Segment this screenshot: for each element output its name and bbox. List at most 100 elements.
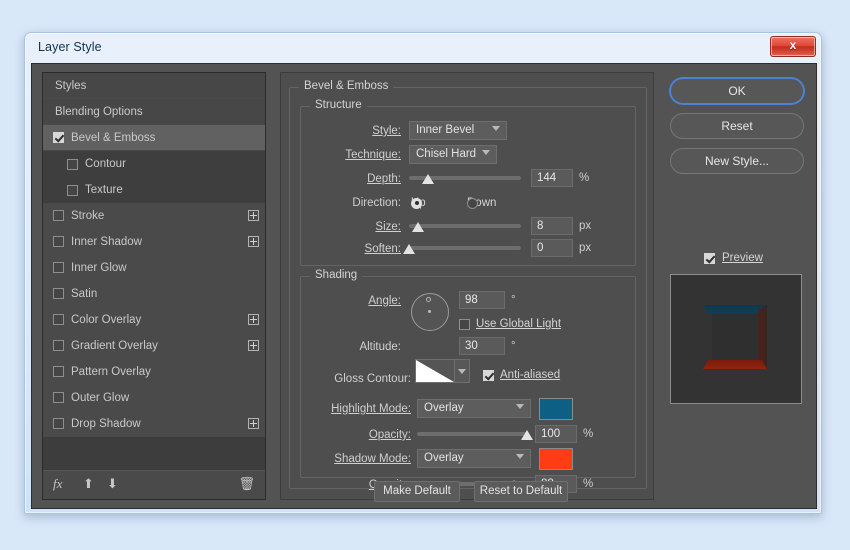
new-style-button[interactable]: New Style... (670, 148, 804, 174)
window-titlebar[interactable]: Layer Style x (25, 33, 821, 63)
reset-button[interactable]: Reset (670, 113, 804, 139)
style-item-checkbox[interactable] (53, 132, 64, 143)
style-item-label: Satin (71, 287, 98, 300)
style-item-checkbox[interactable] (67, 158, 78, 170)
direction-up-radio[interactable] (411, 197, 422, 209)
style-list-item-satin[interactable]: Satin (43, 281, 265, 307)
add-effect-plus-icon[interactable] (248, 418, 259, 429)
style-item-label: Gradient Overlay (71, 339, 158, 352)
depth-slider-thumb[interactable] (422, 174, 435, 184)
style-item-label: Outer Glow (71, 391, 130, 404)
close-icon: x (789, 38, 797, 52)
style-list-item-color-overlay[interactable]: Color Overlay (43, 307, 265, 333)
use-global-light-row[interactable]: Use Global Light (459, 318, 561, 330)
style-list-item-outer-glow[interactable]: Outer Glow (43, 385, 265, 411)
angle-dial-marker-icon (426, 297, 431, 302)
depth-input[interactable]: 144 (531, 169, 573, 187)
soften-slider-thumb[interactable] (403, 244, 415, 254)
arrow-up-icon[interactable]: ⬆ (83, 476, 94, 492)
use-global-light-checkbox[interactable] (459, 318, 470, 330)
style-item-checkbox[interactable] (53, 366, 64, 377)
highlight-mode-select[interactable]: Overlay (417, 399, 531, 418)
highlight-mode-label: Highlight Mode: (331, 403, 411, 415)
styles-list: Styles Blending Options Bevel & Emboss Cont… (43, 73, 265, 437)
highlight-opacity-input[interactable]: 100 (535, 425, 577, 443)
style-list-item-contour[interactable]: Contour (43, 151, 265, 177)
style-item-label: Pattern Overlay (71, 365, 151, 378)
size-unit: px (579, 220, 592, 232)
angle-dial[interactable] (411, 293, 449, 331)
anti-aliased-row[interactable]: Anti-aliased (483, 369, 560, 381)
styles-footer-toolbar: fx ⬆ ⬇ 🗑 (43, 470, 265, 499)
angle-input[interactable]: 98 (459, 291, 505, 309)
preview-right-edge (758, 305, 767, 369)
style-list-item-gradient-overlay[interactable]: Gradient Overlay (43, 333, 265, 359)
window-title: Layer Style (38, 40, 102, 54)
direction-up-radio-row[interactable]: Up (411, 197, 426, 209)
gloss-contour-dropdown[interactable] (455, 359, 470, 383)
style-list-item-texture[interactable]: Texture (43, 177, 265, 203)
ok-button[interactable]: OK (670, 78, 804, 104)
close-button[interactable]: x (770, 36, 816, 57)
style-list-item-drop-shadow[interactable]: Drop Shadow (43, 411, 265, 437)
size-input[interactable]: 8 (531, 217, 573, 235)
gloss-contour-label: Gloss Contour: (334, 373, 411, 385)
add-effect-plus-icon[interactable] (248, 314, 259, 325)
direction-down-radio-row[interactable]: Down (467, 197, 496, 209)
depth-unit: % (579, 172, 590, 184)
preview-checkbox-row[interactable]: Preview (704, 252, 763, 264)
arrow-down-icon[interactable]: ⬇ (107, 476, 118, 492)
highlight-color-swatch[interactable] (539, 398, 573, 420)
style-list-item-stroke[interactable]: Stroke (43, 203, 265, 229)
style-item-checkbox[interactable] (53, 392, 64, 403)
gloss-contour-preview[interactable] (415, 359, 455, 383)
highlight-opacity-slider-thumb[interactable] (521, 430, 533, 440)
add-effect-plus-icon[interactable] (248, 210, 259, 221)
style-item-label: Styles (55, 79, 87, 92)
style-item-checkbox[interactable] (53, 314, 64, 325)
make-default-button[interactable]: Make Default (374, 481, 460, 502)
preview-inner-fill (712, 314, 758, 360)
style-item-label: Texture (85, 184, 123, 196)
style-list-item-bevel-emboss[interactable]: Bevel & Emboss (43, 125, 265, 151)
shading-legend: Shading (310, 269, 363, 281)
fx-icon[interactable]: fx (53, 476, 62, 492)
shadow-color-swatch[interactable] (539, 448, 573, 470)
highlight-opacity-label: Opacity: (368, 429, 411, 441)
size-slider[interactable] (409, 222, 521, 232)
style-select[interactable]: Inner Bevel (409, 121, 507, 140)
add-effect-plus-icon[interactable] (248, 340, 259, 351)
soften-slider[interactable] (403, 244, 521, 254)
altitude-input[interactable]: 30 (459, 337, 505, 355)
preview-label: Preview (722, 252, 763, 264)
chevron-down-icon (492, 126, 500, 131)
bevel-emboss-group: Bevel & Emboss Structure Style: Inner Be… (289, 80, 647, 502)
style-list-item-inner-glow[interactable]: Inner Glow (43, 255, 265, 281)
highlight-opacity-unit: % (583, 428, 594, 440)
style-item-checkbox[interactable] (53, 210, 64, 221)
style-item-checkbox[interactable] (53, 236, 64, 247)
technique-select[interactable]: Chisel Hard (409, 145, 497, 164)
anti-aliased-checkbox[interactable] (483, 369, 494, 381)
style-list-item-pattern-overlay[interactable]: Pattern Overlay (43, 359, 265, 385)
chevron-down-icon (516, 404, 524, 409)
preview-checkbox[interactable] (704, 252, 715, 264)
style-list-item-styles[interactable]: Styles (43, 73, 265, 99)
technique-select-value: Chisel Hard (416, 148, 477, 160)
add-effect-plus-icon[interactable] (248, 236, 259, 247)
highlight-opacity-slider[interactable] (417, 430, 533, 440)
style-item-checkbox[interactable] (53, 288, 64, 299)
shadow-mode-select[interactable]: Overlay (417, 449, 531, 468)
style-item-checkbox[interactable] (53, 340, 64, 351)
style-item-checkbox[interactable] (53, 262, 64, 273)
style-item-checkbox[interactable] (53, 418, 64, 429)
style-list-item-inner-shadow[interactable]: Inner Shadow (43, 229, 265, 255)
style-list-item-blending-options[interactable]: Blending Options (43, 99, 265, 125)
size-slider-thumb[interactable] (411, 222, 424, 232)
reset-to-default-button[interactable]: Reset to Default (474, 481, 568, 502)
depth-slider[interactable] (409, 174, 521, 184)
trash-icon[interactable]: 🗑 (238, 476, 255, 492)
direction-down-radio[interactable] (467, 197, 478, 209)
soften-input[interactable]: 0 (531, 239, 573, 257)
style-item-checkbox[interactable] (67, 184, 78, 196)
